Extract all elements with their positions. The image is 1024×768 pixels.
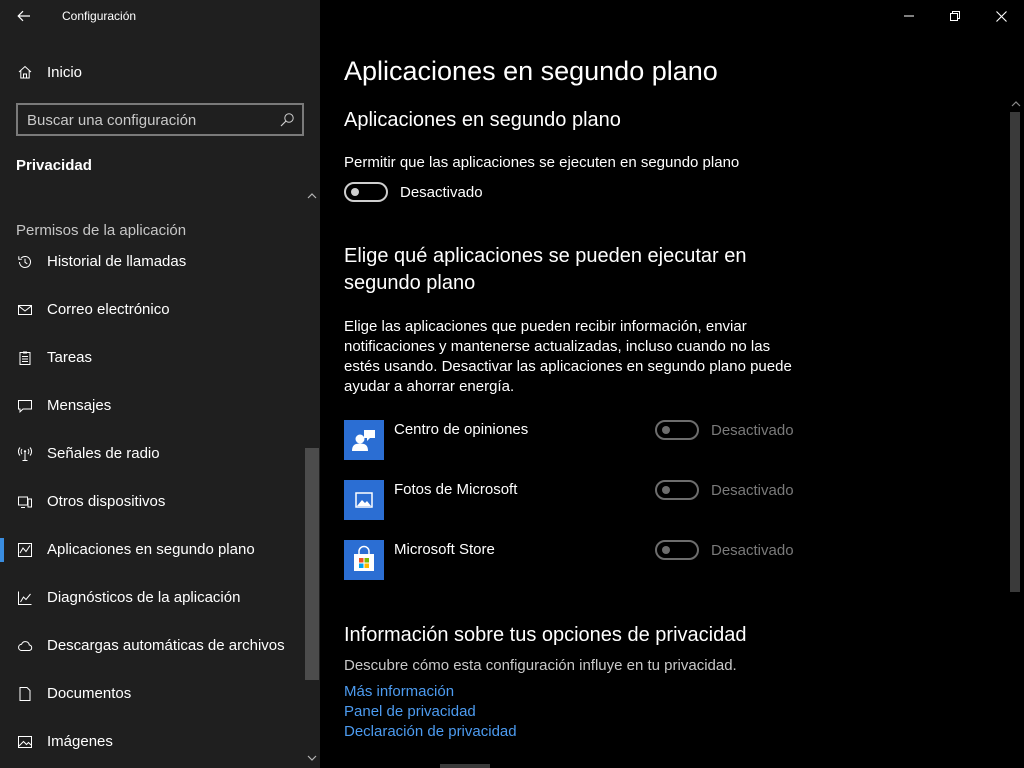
store-icon xyxy=(354,545,374,571)
app-name-photos: Fotos de Microsoft xyxy=(394,481,518,498)
sidebar-item-label: Imágenes xyxy=(47,733,113,750)
main-content: Aplicaciones en segundo plano Aplicacion… xyxy=(320,0,1024,768)
section-title: Privacidad xyxy=(16,157,92,174)
group-label: Permisos de la aplicación xyxy=(16,222,187,239)
section-heading-background-apps: Aplicaciones en segundo plano xyxy=(344,109,621,131)
sidebar-item-email[interactable]: Correo electrónico xyxy=(0,290,306,330)
sidebar-item-label: Descargas automáticas de archivos xyxy=(47,637,285,654)
sidebar-item-label: Correo electrónico xyxy=(47,301,170,318)
choose-apps-description: Elige las aplicaciones que pueden recibi… xyxy=(344,318,792,395)
section-heading-choose-apps-line1: Elige qué aplicaciones se pueden ejecuta… xyxy=(344,245,747,267)
more-info-link[interactable]: Más información xyxy=(344,683,454,700)
document-icon xyxy=(19,687,31,701)
scroll-up-arrow-icon[interactable] xyxy=(306,190,318,202)
sidebar-item-label: Señales de radio xyxy=(47,445,160,462)
section-heading-choose-apps-line2: segundo plano xyxy=(344,272,476,294)
diagnostics-icon xyxy=(18,591,32,605)
sidebar-item-call-history[interactable]: Historial de llamadas xyxy=(0,242,306,282)
sidebar-item-label: Aplicaciones en segundo plano xyxy=(47,541,255,558)
window-title: Configuración xyxy=(62,9,137,23)
sidebar-item-background-apps[interactable]: Aplicaciones en segundo plano xyxy=(0,530,306,570)
search-icon[interactable] xyxy=(279,112,295,128)
photos-toggle[interactable] xyxy=(655,480,699,500)
restore-icon xyxy=(950,11,960,21)
background-apps-toggle[interactable] xyxy=(344,182,388,202)
close-icon xyxy=(995,10,1007,22)
home-nav-item[interactable]: Inicio xyxy=(0,56,320,90)
page-title: Aplicaciones en segundo plano xyxy=(344,56,718,86)
minimize-icon xyxy=(904,15,914,17)
sidebar-item-label: Otros dispositivos xyxy=(47,493,166,510)
sidebar-item-label: Tareas xyxy=(47,349,93,366)
back-arrow-icon xyxy=(17,10,30,22)
horizontal-scroll-indicator xyxy=(440,764,490,768)
store-toggle[interactable] xyxy=(655,540,699,560)
photos-tile xyxy=(344,480,384,520)
search-box[interactable] xyxy=(16,103,304,136)
sidebar-item-radio[interactable]: Señales de radio xyxy=(0,434,306,474)
feedback-hub-toggle[interactable] xyxy=(655,420,699,440)
sidebar-item-tasks[interactable]: Tareas xyxy=(0,338,306,378)
minimize-button[interactable] xyxy=(886,0,932,32)
privacy-statement-link[interactable]: Declaración de privacidad xyxy=(344,723,517,740)
tasks-icon xyxy=(19,351,31,365)
store-toggle-state: Desactivado xyxy=(711,542,794,559)
sidebar-item-diagnostics[interactable]: Diagnósticos de la aplicación xyxy=(0,578,306,618)
cloud-icon xyxy=(18,641,33,651)
sidebar: Configuración Inicio Privacidad Permisos… xyxy=(0,0,320,768)
sidebar-item-other-devices[interactable]: Otros dispositivos xyxy=(0,482,306,522)
radio-icon xyxy=(18,447,32,461)
background-apps-toggle-state: Desactivado xyxy=(400,184,483,201)
close-button[interactable] xyxy=(978,0,1024,32)
app-name-store: Microsoft Store xyxy=(394,541,495,558)
background-apps-description: Permitir que las aplicaciones se ejecute… xyxy=(344,154,740,171)
photos-icon xyxy=(355,492,373,508)
section-heading-privacy-info: Información sobre tus opciones de privac… xyxy=(344,624,747,646)
image-icon xyxy=(18,736,32,748)
main-scroll-up-arrow-icon[interactable] xyxy=(1010,98,1022,110)
devices-icon xyxy=(18,496,32,508)
feedback-hub-tile xyxy=(344,420,384,460)
background-apps-icon xyxy=(18,543,32,557)
sidebar-item-images[interactable]: Imágenes xyxy=(0,722,306,762)
home-label: Inicio xyxy=(47,64,83,81)
sidebar-item-label: Diagnósticos de la aplicación xyxy=(47,589,241,606)
privacy-info-description: Descubre cómo esta configuración influye… xyxy=(344,657,737,674)
sidebar-item-label: Historial de llamadas xyxy=(47,253,187,270)
sidebar-item-label: Documentos xyxy=(47,685,132,702)
back-button[interactable] xyxy=(10,4,38,28)
mail-icon xyxy=(18,305,32,315)
scroll-down-arrow-icon[interactable] xyxy=(306,752,318,764)
main-scrollbar-thumb[interactable] xyxy=(1010,112,1020,592)
sidebar-item-documents[interactable]: Documentos xyxy=(0,674,306,714)
sidebar-item-messages[interactable]: Mensajes xyxy=(0,386,306,426)
sidebar-item-label: Mensajes xyxy=(47,397,112,414)
feedback-hub-icon xyxy=(352,430,375,451)
sidebar-item-auto-downloads[interactable]: Descargas automáticas de archivos xyxy=(0,626,306,666)
sidebar-scrollbar-thumb[interactable] xyxy=(305,448,319,680)
store-tile xyxy=(344,540,384,580)
privacy-dashboard-link[interactable]: Panel de privacidad xyxy=(344,703,476,720)
photos-toggle-state: Desactivado xyxy=(711,482,794,499)
search-input[interactable] xyxy=(27,110,277,130)
message-icon xyxy=(18,400,32,413)
feedback-hub-toggle-state: Desactivado xyxy=(711,422,794,439)
app-name-feedback-hub: Centro de opiniones xyxy=(394,421,529,438)
history-icon xyxy=(18,255,31,268)
home-icon xyxy=(18,65,32,79)
restore-button[interactable] xyxy=(932,0,978,32)
